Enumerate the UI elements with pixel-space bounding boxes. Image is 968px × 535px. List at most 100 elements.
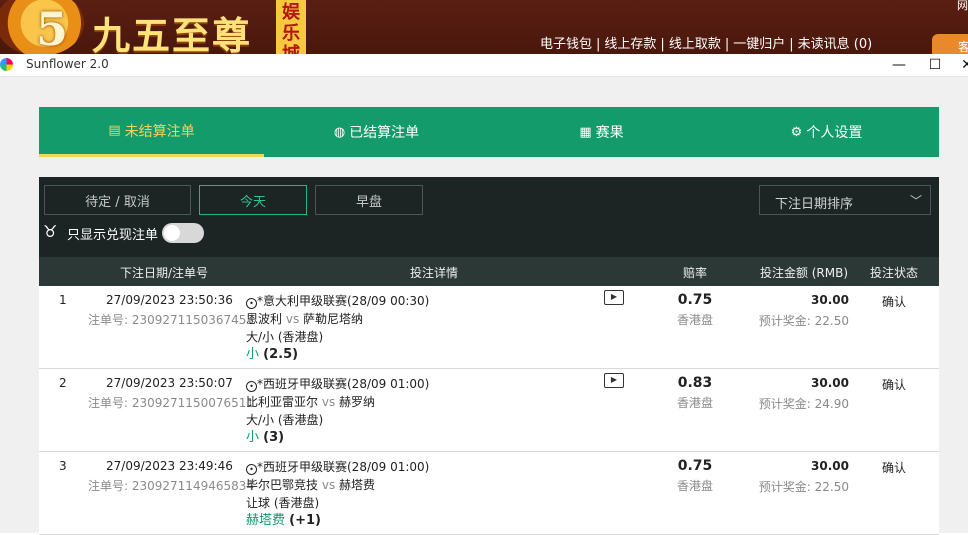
tab-settled-label: 已结算注单: [349, 125, 420, 141]
bet-detail: • *西班牙甲级联赛(28/09 01:00) 毕尔巴鄂竞技 vs 赫塔费 让球 …: [246, 458, 429, 530]
vs-label: vs: [321, 395, 336, 409]
sort-select[interactable]: 下注日期排序 ﹀: [759, 185, 931, 215]
brand-name: 九五至尊: [92, 13, 253, 54]
col-date: 下注日期/注单号: [119, 266, 209, 280]
bet-datetime: 27/09/2023 23:50:36: [106, 293, 233, 307]
estimated-win-value: 22.50: [814, 314, 849, 328]
bet-index: 2: [59, 376, 67, 390]
estimated-win-value: 22.50: [814, 480, 849, 494]
bet-datetime: 27/09/2023 23:50:07: [106, 376, 233, 390]
bet-league: *西班牙甲级联赛(28/09 01:00): [257, 460, 430, 474]
top-nav: 电子钱包 | 线上存款 | 线上取款 | 一键归户 | 未读讯息 (0): [540, 33, 872, 52]
sort-select-value: 下注日期排序: [775, 197, 854, 212]
bet-selection: 小: [246, 430, 260, 445]
top-right-link[interactable]: 网: [957, 0, 968, 13]
soccer-ball-icon: •: [246, 298, 257, 309]
col-status: 投注状态: [869, 266, 918, 280]
brand-tag: 娱乐城: [276, 0, 306, 54]
window-title: Sunflower 2.0: [26, 57, 109, 71]
bet-market: 让球 (香港盘): [246, 496, 320, 510]
live-stream-icon[interactable]: ▶: [604, 290, 624, 305]
away-team: 赫塔费: [339, 478, 376, 492]
top-nav-link[interactable]: 电子钱包: [540, 37, 592, 52]
site-header: 5 九五至尊 娱乐城 电子钱包|线上存款|线上取款|一键归户|未读讯息 (0) …: [0, 0, 968, 54]
soccer-ball-icon: •: [246, 381, 257, 392]
chevron-down-icon: ﹀: [909, 194, 922, 208]
bet-id-value: 2309271150076511: [131, 396, 255, 410]
bet-line: (2.5): [263, 347, 299, 362]
tab-settings[interactable]: ⚙ 个人设置: [714, 107, 939, 157]
odds-value: 0.83: [677, 375, 713, 391]
minimize-button[interactable]: —: [884, 54, 914, 76]
bet-row: 2 27/09/2023 23:50:07 注单号: 2309271150076…: [39, 369, 939, 452]
tab-settled[interactable]: ◍ 已结算注单: [264, 107, 489, 157]
cashout-filter-label: 只显示兑现注单: [67, 227, 159, 243]
maximize-button[interactable]: ☐: [920, 54, 950, 76]
bet-row: 3 27/09/2023 23:49:46 注单号: 2309271149465…: [39, 452, 939, 535]
bets-panel: 待定 / 取消 今天 早盘 下注日期排序 ﹀ ♉ 只显示兑现注单 下注日期/注单…: [39, 177, 939, 535]
cashout-filter: ♉ 只显示兑现注单: [43, 222, 205, 244]
main-area: ▤ 未结算注单 ◍ 已结算注单 ▦ 赛果 ⚙ 个人设置 待定 / 取消 今天 早盘 下注…: [0, 77, 968, 535]
customer-service-label: 客: [958, 40, 968, 54]
away-team: 赫罗纳: [339, 395, 376, 409]
bet-id: 注单号: 2309271150367453: [88, 311, 254, 328]
scoreboard-icon: ▦: [579, 124, 592, 140]
bet-id-label: 注单号:: [88, 479, 132, 493]
live-stream-icon[interactable]: ▶: [604, 373, 624, 388]
close-button[interactable]: ✕: [952, 54, 968, 76]
filter-pending-button[interactable]: 待定 / 取消: [44, 185, 191, 215]
bet-line: (+1): [289, 513, 321, 528]
tab-results-label: 赛果: [595, 125, 624, 141]
bet-line: (3): [263, 430, 285, 445]
brand-tag-text: 娱乐城: [282, 2, 300, 54]
away-team: 萨勒尼塔纳: [303, 312, 364, 326]
odds-type: 香港盘: [676, 396, 713, 410]
col-stake: 投注金额 (RMB): [759, 266, 849, 280]
customer-service-button[interactable]: 客: [932, 34, 968, 54]
top-nav-link[interactable]: 线上取款: [669, 37, 721, 52]
home-team: 毕尔巴鄂竞技: [246, 478, 319, 492]
tab-unsettled[interactable]: ▤ 未结算注单: [39, 107, 264, 157]
odds-type: 香港盘: [676, 479, 713, 493]
odds-type: 香港盘: [676, 313, 713, 327]
table-header: 下注日期/注单号 投注详情 赔率 投注金额 (RMB) 投注状态: [39, 257, 939, 286]
estimated-win-label: 预计奖金:: [758, 397, 815, 411]
tab-results[interactable]: ▦ 赛果: [489, 107, 714, 157]
odds-value: 0.75: [677, 292, 713, 308]
estimated-win: 预计奖金: 24.90: [754, 395, 849, 412]
estimated-win: 预计奖金: 22.50: [754, 478, 849, 495]
bet-id-label: 注单号:: [88, 313, 132, 327]
vs-label: vs: [321, 478, 336, 492]
bet-id: 注单号: 2309271149465834: [88, 477, 254, 494]
bet-index: 1: [59, 293, 67, 307]
receipt-icon: ▤: [108, 123, 121, 138]
window-titlebar: Sunflower 2.0 — ☐ ✕: [0, 54, 968, 77]
top-nav-link[interactable]: 一键归户: [733, 37, 785, 52]
bet-id: 注单号: 2309271150076511: [88, 394, 254, 411]
toggle-knob: [164, 225, 181, 241]
money-bag-icon: ♉: [43, 222, 58, 241]
estimated-win: 预计奖金: 22.50: [754, 312, 849, 329]
stake-value: 30.00: [811, 293, 849, 307]
bet-status: 确认: [882, 378, 907, 392]
bet-tabs: ▤ 未结算注单 ◍ 已结算注单 ▦ 赛果 ⚙ 个人设置: [39, 107, 939, 157]
nav-separator: |: [724, 37, 730, 52]
bet-league: *意大利甲级联赛(28/09 00:30): [257, 294, 430, 308]
filter-early-button[interactable]: 早盘: [315, 185, 423, 215]
bet-amount: 30.00 预计奖金: 22.50: [754, 459, 849, 495]
logo-number: 5: [36, 2, 69, 54]
cashout-toggle[interactable]: [162, 223, 205, 243]
col-detail: 投注详情: [409, 266, 458, 280]
stake-value: 30.00: [811, 459, 849, 473]
estimated-win-label: 预计奖金:: [758, 314, 815, 328]
nav-separator: |: [596, 37, 601, 52]
col-odds: 赔率: [682, 266, 707, 280]
bet-id-value: 2309271150367453: [131, 313, 255, 327]
app-icon: [0, 58, 13, 71]
top-nav-link[interactable]: 线上存款: [604, 37, 656, 52]
stake-value: 30.00: [811, 376, 849, 390]
estimated-win-label: 预计奖金:: [758, 480, 815, 494]
top-nav-link[interactable]: 未读讯息 (0): [798, 37, 873, 52]
filter-today-button[interactable]: 今天: [199, 185, 307, 215]
bet-status: 确认: [882, 461, 907, 475]
